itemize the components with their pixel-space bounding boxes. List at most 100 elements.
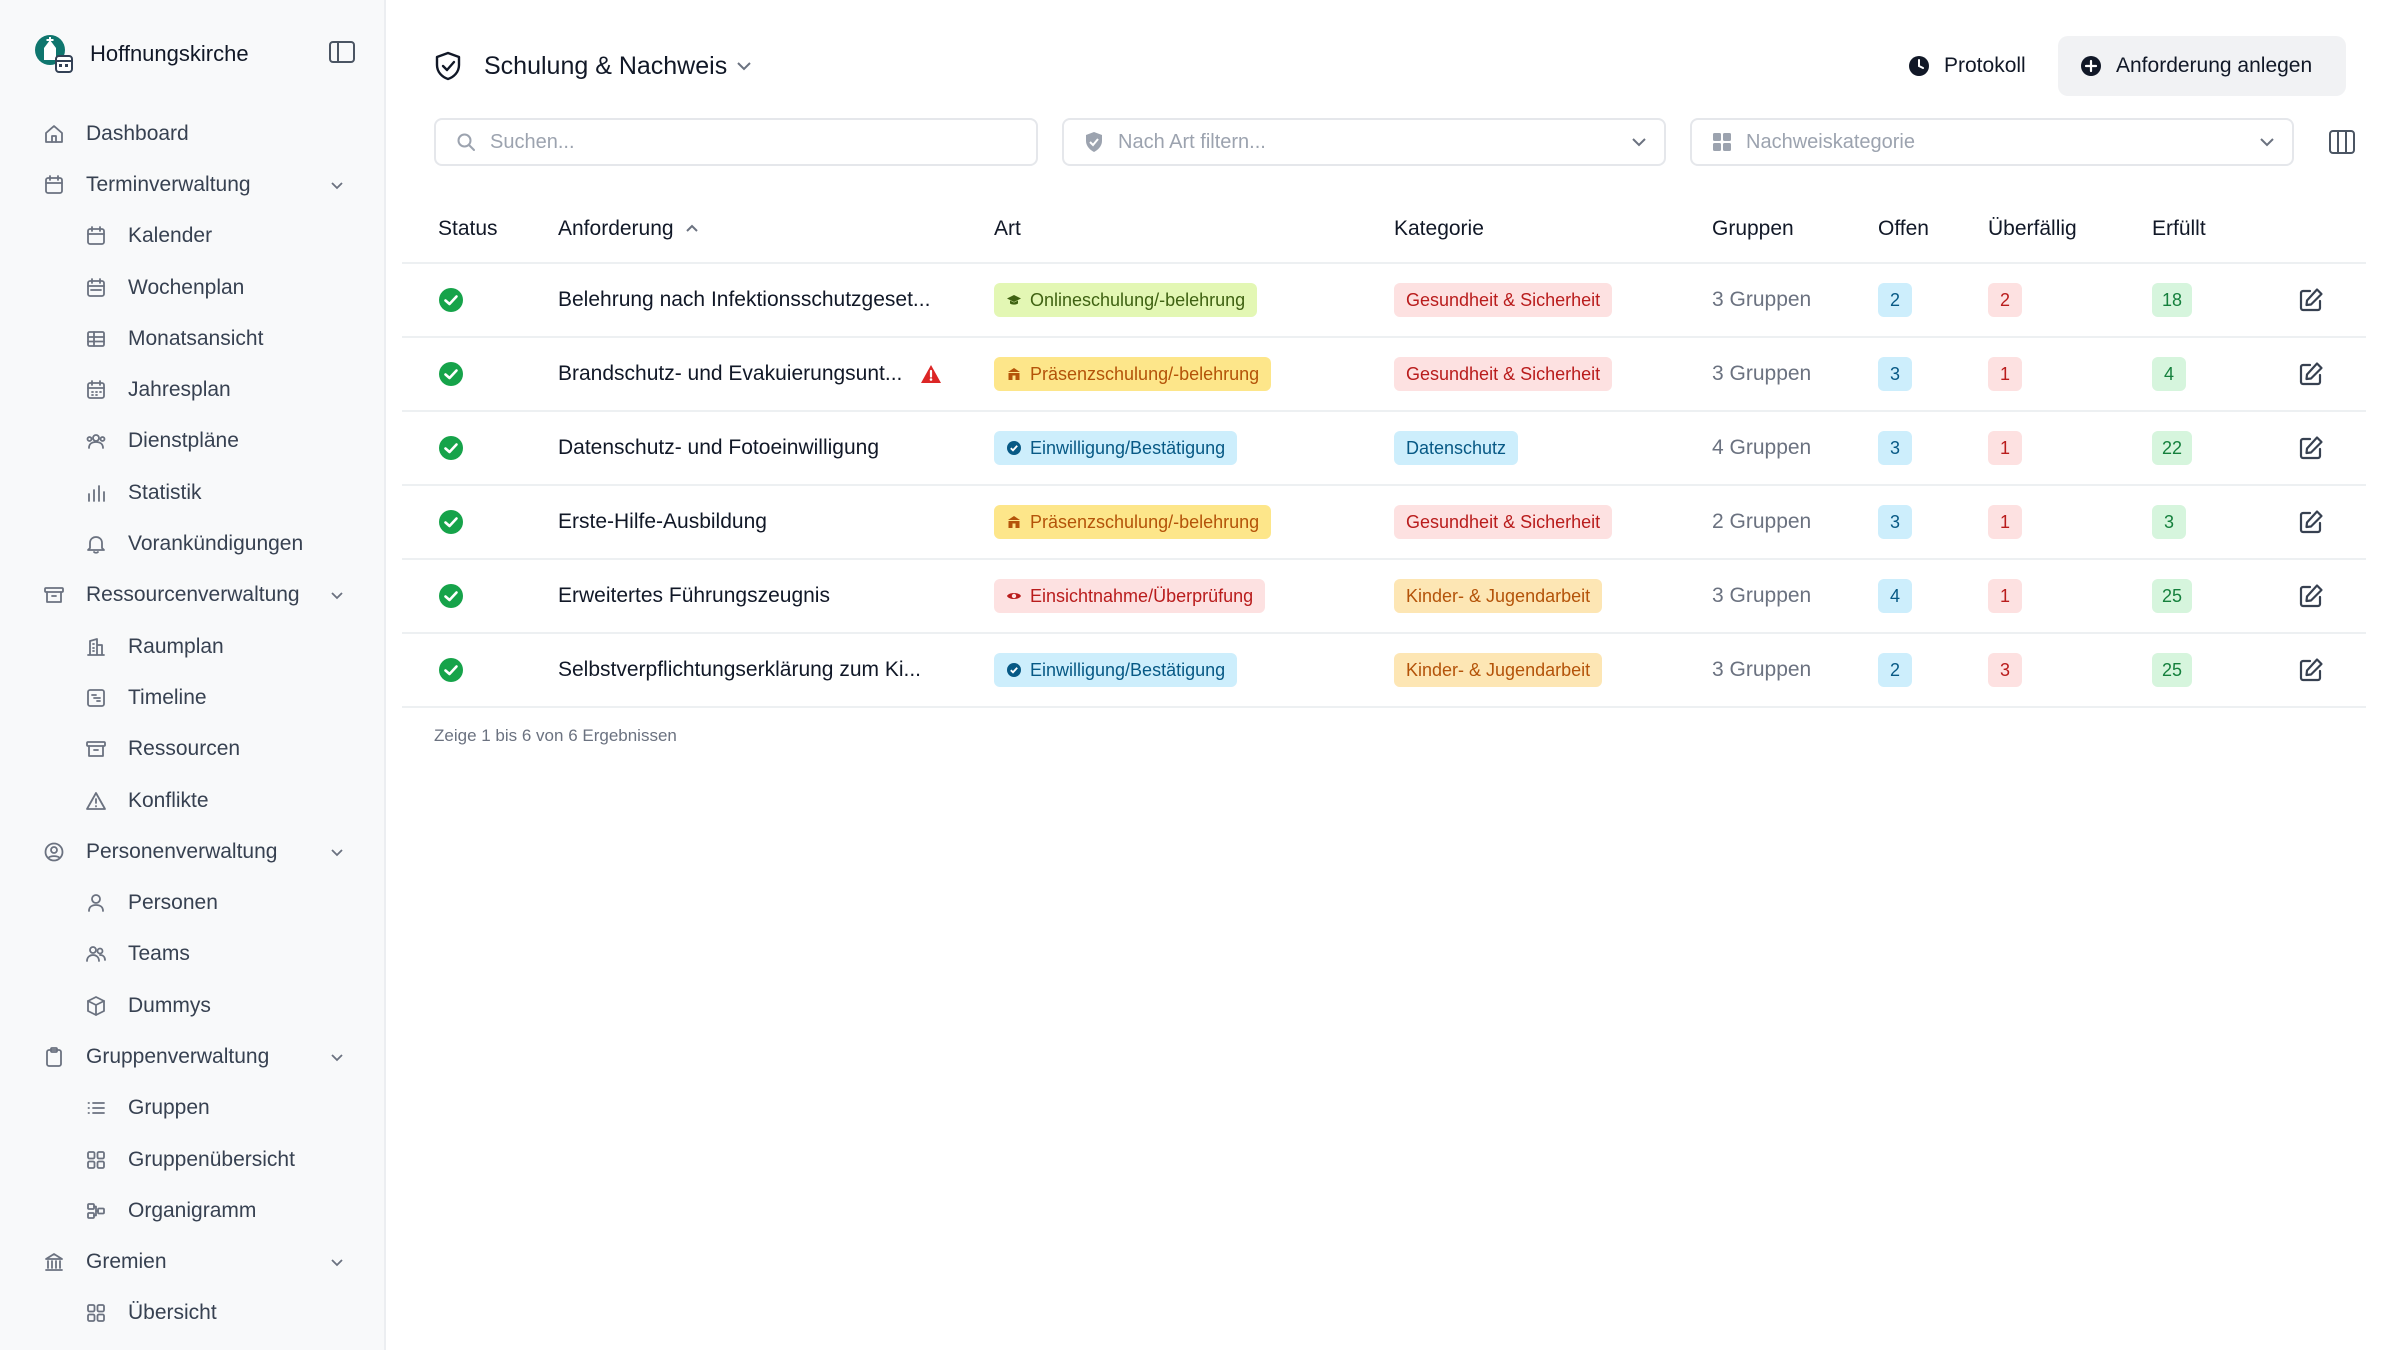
sidebar-item-teams[interactable]: Teams (0, 929, 384, 980)
sidebar-item-label: Ressourcen (128, 737, 241, 761)
school-icon (1006, 514, 1022, 530)
sidebar-toggle-button[interactable] (328, 40, 356, 64)
sidebar-item-personen[interactable]: Personen (0, 877, 384, 928)
table-row[interactable]: Brandschutz- und Evakuierungsunt... Präse… (402, 338, 2366, 412)
edit-button[interactable] (2298, 338, 2324, 410)
column-header-gruppen[interactable]: Gruppen (1712, 194, 1794, 264)
requirement-name-cell: Erste-Hilfe-Ausbildung (558, 486, 767, 558)
table-header: Status Anforderung Art Kategorie Gruppen… (402, 194, 2366, 264)
erfuellt-count-cell: 22 (2152, 412, 2193, 484)
brand[interactable]: Hoffnungskirche (34, 32, 364, 76)
grid-icon (84, 1301, 108, 1325)
edit-icon (2298, 583, 2324, 609)
table-row[interactable]: Erweitertes Führungszeugnis Einsichtnahme… (402, 560, 2366, 634)
art-filter-select[interactable]: Nach Art filtern... (1062, 118, 1666, 166)
column-header-anforderung[interactable]: Anforderung (558, 194, 700, 264)
edit-button[interactable] (2298, 412, 2324, 484)
church-logo-icon (34, 34, 74, 74)
sidebar-item-timeline[interactable]: Timeline (0, 672, 384, 723)
sidebar-item-ressourcen[interactable]: Ressourcen (0, 724, 384, 775)
chevron-down-icon[interactable] (328, 586, 346, 604)
sidebar-item-label: Ressourcenverwaltung (86, 583, 300, 607)
art-badge: Präsenzschulung/-belehrung (994, 505, 1272, 539)
requirement-name[interactable]: Brandschutz- und Evakuierungsunt... (558, 362, 902, 386)
art-badge: Einsichtnahme/Überprüfung (994, 579, 1266, 613)
column-header-offen[interactable]: Offen (1878, 194, 1929, 264)
kategorie-badge: Kinder- & Jugendarbeit (1394, 653, 1603, 687)
sidebar-item-gruppen[interactable]: Gruppen (0, 1083, 384, 1134)
sidebar-item-ressourcenverwaltung[interactable]: Ressourcenverwaltung (0, 570, 384, 621)
kategorie-badge: Datenschutz (1394, 431, 1519, 465)
sidebar-item-dienstplaene[interactable]: Dienstpläne (0, 416, 384, 467)
requirement-name[interactable]: Belehrung nach Infektionsschutzgeset... (558, 288, 930, 312)
grid-icon (84, 1148, 108, 1172)
sidebar-item-monatsansicht[interactable]: Monatsansicht (0, 313, 384, 364)
table-row[interactable]: Selbstverpflichtungserklärung zum Ki... E… (402, 634, 2366, 708)
search-input[interactable]: Suchen... (434, 118, 1038, 166)
chevron-down-icon[interactable] (328, 1253, 346, 1271)
requirement-name[interactable]: Datenschutz- und Fotoeinwilligung (558, 436, 879, 460)
art-filter-placeholder: Nach Art filtern... (1118, 130, 1266, 153)
brand-name: Hoffnungskirche (90, 41, 249, 66)
requirement-name[interactable]: Erweitertes Führungszeugnis (558, 584, 830, 608)
sidebar-item-gremien[interactable]: Gremien (0, 1237, 384, 1288)
kategorie-cell: Gesundheit & Sicherheit (1394, 264, 1613, 336)
protokoll-button[interactable]: Protokoll (1886, 38, 2048, 94)
sidebar-item-konflikte[interactable]: Konflikte (0, 775, 384, 826)
sidebar-item-personenverwaltung[interactable]: Personenverwaltung (0, 826, 384, 877)
column-header-status[interactable]: Status (438, 194, 498, 264)
table-row[interactable]: Datenschutz- und Fotoeinwilligung Einwill… (402, 412, 2366, 486)
building-icon (84, 635, 108, 659)
column-header-erfuellt[interactable]: Erfüllt (2152, 194, 2206, 264)
requirement-name[interactable]: Selbstverpflichtungserklärung zum Ki... (558, 658, 921, 682)
sidebar-item-label: Vorankündigungen (128, 532, 304, 556)
sidebar-item-label: Raumplan (128, 634, 224, 658)
chevron-down-icon[interactable] (735, 57, 753, 75)
chevron-down-icon (1630, 133, 1648, 151)
sidebar-item-uebersicht[interactable]: Übersicht (0, 1288, 384, 1339)
list-icon (84, 1096, 108, 1120)
chevron-down-icon[interactable] (328, 1048, 346, 1066)
users-cog-icon (84, 429, 108, 453)
search-icon (456, 132, 476, 152)
table-row[interactable]: Belehrung nach Infektionsschutzgeset... O… (402, 264, 2366, 338)
sidebar-item-raumplan[interactable]: Raumplan (0, 621, 384, 672)
column-header-art[interactable]: Art (994, 194, 1021, 264)
sidebar-item-label: Gruppen (128, 1096, 210, 1120)
requirement-name[interactable]: Erste-Hilfe-Ausbildung (558, 510, 767, 534)
sidebar-item-dummys[interactable]: Dummys (0, 980, 384, 1031)
warning-icon (920, 364, 942, 384)
sidebar-item-gruppenverwaltung[interactable]: Gruppenverwaltung (0, 1031, 384, 1082)
chevron-down-icon[interactable] (328, 843, 346, 861)
column-header-ueberfaellig[interactable]: Überfällig (1988, 194, 2077, 264)
edit-button[interactable] (2298, 486, 2324, 558)
columns-icon[interactable] (2326, 126, 2358, 158)
sidebar-item-kalender[interactable]: Kalender (0, 211, 384, 262)
kategorie-filter-select[interactable]: Nachweiskategorie (1690, 118, 2294, 166)
art-cell: Präsenzschulung/-belehrung (994, 486, 1272, 558)
edit-button[interactable] (2298, 560, 2324, 632)
sidebar-item-vorankuendigungen[interactable]: Vorankündigungen (0, 518, 384, 569)
sort-asc-icon (684, 221, 700, 237)
sidebar-item-statistik[interactable]: Statistik (0, 467, 384, 518)
result-count: Zeige 1 bis 6 von 6 Ergebnissen (434, 726, 677, 745)
sidebar-item-organigramm[interactable]: Organigramm (0, 1185, 384, 1236)
sidebar-item-jahresplan[interactable]: Jahresplan (0, 364, 384, 415)
chevron-down-icon[interactable] (328, 176, 346, 194)
status-cell (438, 412, 464, 484)
sidebar-item-label: Gremien (86, 1250, 167, 1274)
table-row[interactable]: Erste-Hilfe-Ausbildung Präsenzschulung/-b… (402, 486, 2366, 560)
sidebar-item-dashboard[interactable]: Dashboard (0, 108, 384, 159)
badge-check-icon (1006, 662, 1022, 678)
column-header-kategorie[interactable]: Kategorie (1394, 194, 1484, 264)
check-circle-icon (438, 287, 464, 313)
edit-button[interactable] (2298, 264, 2324, 336)
sidebar-item-label: Statistik (128, 480, 202, 504)
add-requirement-button[interactable]: Anforderung anlegen (2058, 36, 2346, 96)
sidebar-item-terminverwaltung[interactable]: Terminverwaltung (0, 159, 384, 210)
art-label: Einsichtnahme/Überprüfung (1030, 585, 1254, 606)
page-title[interactable]: Schulung & Nachweis (484, 52, 727, 81)
edit-button[interactable] (2298, 634, 2324, 706)
sidebar-item-gruppenuebersicht[interactable]: Gruppenübersicht (0, 1134, 384, 1185)
sidebar-item-wochenplan[interactable]: Wochenplan (0, 262, 384, 313)
